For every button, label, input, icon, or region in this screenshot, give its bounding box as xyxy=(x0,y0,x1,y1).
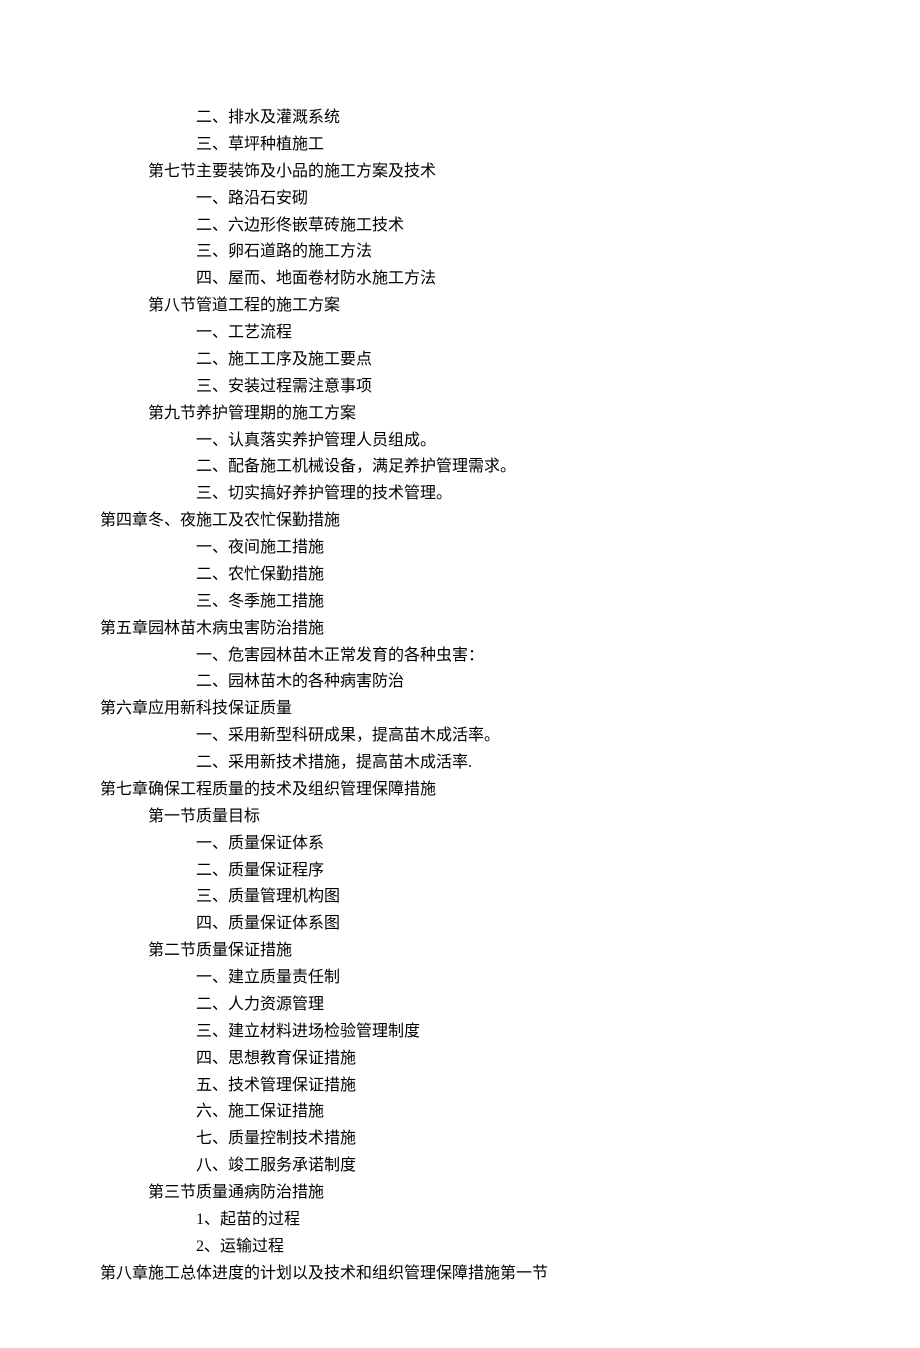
toc-line: 三、卵石道路的施工方法 xyxy=(100,239,820,266)
toc-line: 第一节质量目标 xyxy=(100,804,820,831)
toc-line: 第八节管道工程的施工方案 xyxy=(100,293,820,320)
toc-line: 一、危害园林苗木正常发育的各种虫害： xyxy=(100,643,820,670)
toc-line: 三、切实搞好养护管理的技术管理。 xyxy=(100,481,820,508)
toc-line: 一、认真落实养护管理人员组成。 xyxy=(100,428,820,455)
document-page: 二、排水及灌溉系统 三、草坪种植施工 第七节主要装饰及小品的施工方案及技术 一、… xyxy=(0,0,920,1348)
toc-line: 第七节主要装饰及小品的施工方案及技术 xyxy=(100,159,820,186)
toc-line: 第五章园林苗木病虫害防治措施 xyxy=(100,616,820,643)
toc-line: 第三节质量通病防治措施 xyxy=(100,1180,820,1207)
toc-line: 二、园林苗木的各种病害防治 xyxy=(100,669,820,696)
toc-line: 八、竣工服务承诺制度 xyxy=(100,1153,820,1180)
toc-line: 一、采用新型科研成果，提高苗木成活率。 xyxy=(100,723,820,750)
toc-line: 五、技术管理保证措施 xyxy=(100,1073,820,1100)
toc-line: 一、工艺流程 xyxy=(100,320,820,347)
toc-line: 第九节养护管理期的施工方案 xyxy=(100,401,820,428)
toc-line: 三、质量管理机构图 xyxy=(100,884,820,911)
toc-line: 四、质量保证体系图 xyxy=(100,911,820,938)
toc-line: 一、建立质量责任制 xyxy=(100,965,820,992)
toc-line: 第七章确保工程质量的技术及组织管理保障措施 xyxy=(100,777,820,804)
toc-line: 二、六边形佟嵌草砖施工技术 xyxy=(100,213,820,240)
toc-line: 二、人力资源管理 xyxy=(100,992,820,1019)
toc-line: 七、质量控制技术措施 xyxy=(100,1126,820,1153)
toc-line: 第四章冬、夜施工及农忙保勤措施 xyxy=(100,508,820,535)
toc-line: 2、运输过程 xyxy=(100,1234,820,1261)
toc-line: 第二节质量保证措施 xyxy=(100,938,820,965)
toc-line: 一、路沿石安砌 xyxy=(100,186,820,213)
toc-line: 第六章应用新科技保证质量 xyxy=(100,696,820,723)
toc-line: 六、施工保证措施 xyxy=(100,1099,820,1126)
toc-line: 一、夜间施工措施 xyxy=(100,535,820,562)
toc-line: 二、采用新技术措施，提高苗木成活率. xyxy=(100,750,820,777)
toc-line: 二、排水及灌溉系统 xyxy=(100,105,820,132)
toc-line: 三、建立材料进场检验管理制度 xyxy=(100,1019,820,1046)
toc-line: 四、屋而、地面卷材防水施工方法 xyxy=(100,266,820,293)
toc-line: 1、起苗的过程 xyxy=(100,1207,820,1234)
toc-line: 二、农忙保勤措施 xyxy=(100,562,820,589)
toc-line: 四、思想教育保证措施 xyxy=(100,1046,820,1073)
toc-line: 二、配备施工机械设备，满足养护管理需求。 xyxy=(100,454,820,481)
toc-line: 一、质量保证体系 xyxy=(100,831,820,858)
toc-line: 第八章施工总体进度的计划以及技术和组织管理保障措施第一节 xyxy=(100,1261,820,1288)
toc-line: 二、质量保证程序 xyxy=(100,858,820,885)
toc-line: 三、安装过程需注意事项 xyxy=(100,374,820,401)
toc-line: 二、施工工序及施工要点 xyxy=(100,347,820,374)
toc-line: 三、冬季施工措施 xyxy=(100,589,820,616)
toc-line: 三、草坪种植施工 xyxy=(100,132,820,159)
